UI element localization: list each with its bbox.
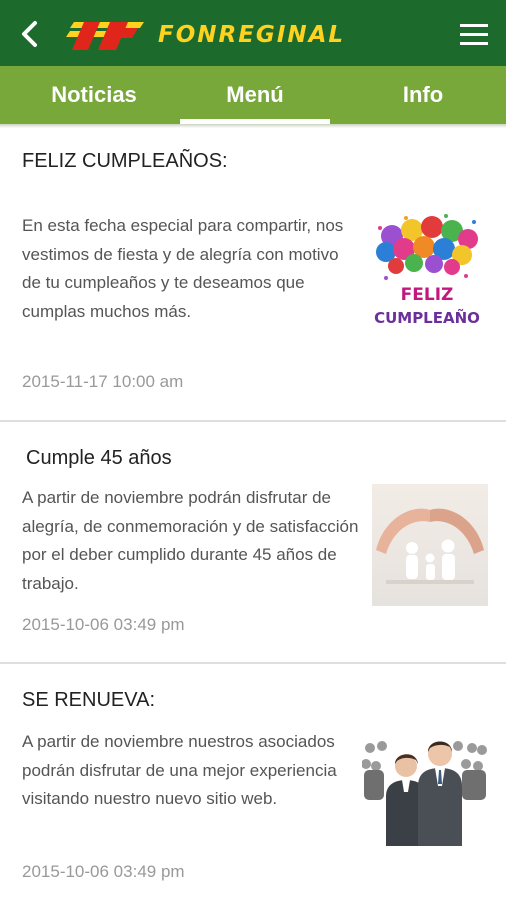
- tab-bar: Noticias Menú Info: [0, 66, 506, 124]
- birthday-balloons-image: FELIZ CUMPLEAÑO: [366, 210, 488, 330]
- image-text-feliz: FELIZ: [401, 285, 454, 305]
- hamburger-menu-icon[interactable]: [456, 19, 492, 49]
- card-date: 2015-10-06 03:49 pm: [22, 615, 185, 634]
- protecting-hands-family-image: [372, 484, 488, 606]
- card-title: Cumple 45 años: [26, 447, 172, 469]
- card-date: 2015-10-06 03:49 pm: [22, 862, 185, 881]
- tab-menu[interactable]: Menú: [180, 66, 330, 124]
- card-date: 2015-11-17 10:00 am: [22, 372, 184, 391]
- card-title: SE RENUEVA:: [22, 689, 155, 711]
- brand-name: FONREGINAL: [158, 22, 346, 48]
- tab-noticias[interactable]: Noticias: [10, 66, 178, 124]
- logo-emblem-icon: [66, 22, 144, 50]
- news-card-45-years[interactable]: Cumple 45 años A partir de noviembre pod…: [0, 422, 506, 662]
- card-body: A partir de noviembre podrán disfrutar d…: [22, 488, 359, 593]
- back-arrow-icon[interactable]: [14, 18, 48, 50]
- tab-info[interactable]: Info: [340, 66, 506, 124]
- business-team-image: [362, 730, 488, 846]
- news-card-birthday[interactable]: FELIZ CUMPLEAÑOS: En esta fecha especial…: [0, 128, 506, 420]
- news-card-renewal[interactable]: SE RENUEVA: A partir de noviembre nuestr…: [0, 664, 506, 900]
- image-text-cumpleanos: CUMPLEAÑO: [374, 308, 480, 327]
- app-bar: FONREGINAL: [0, 0, 506, 66]
- card-body: A partir de noviembre nuestros asociados…: [22, 732, 337, 808]
- card-title: FELIZ CUMPLEAÑOS:: [22, 150, 228, 172]
- card-body: En esta fecha especial para compartir, n…: [22, 216, 344, 321]
- brand-logo: FONREGINAL: [66, 20, 438, 56]
